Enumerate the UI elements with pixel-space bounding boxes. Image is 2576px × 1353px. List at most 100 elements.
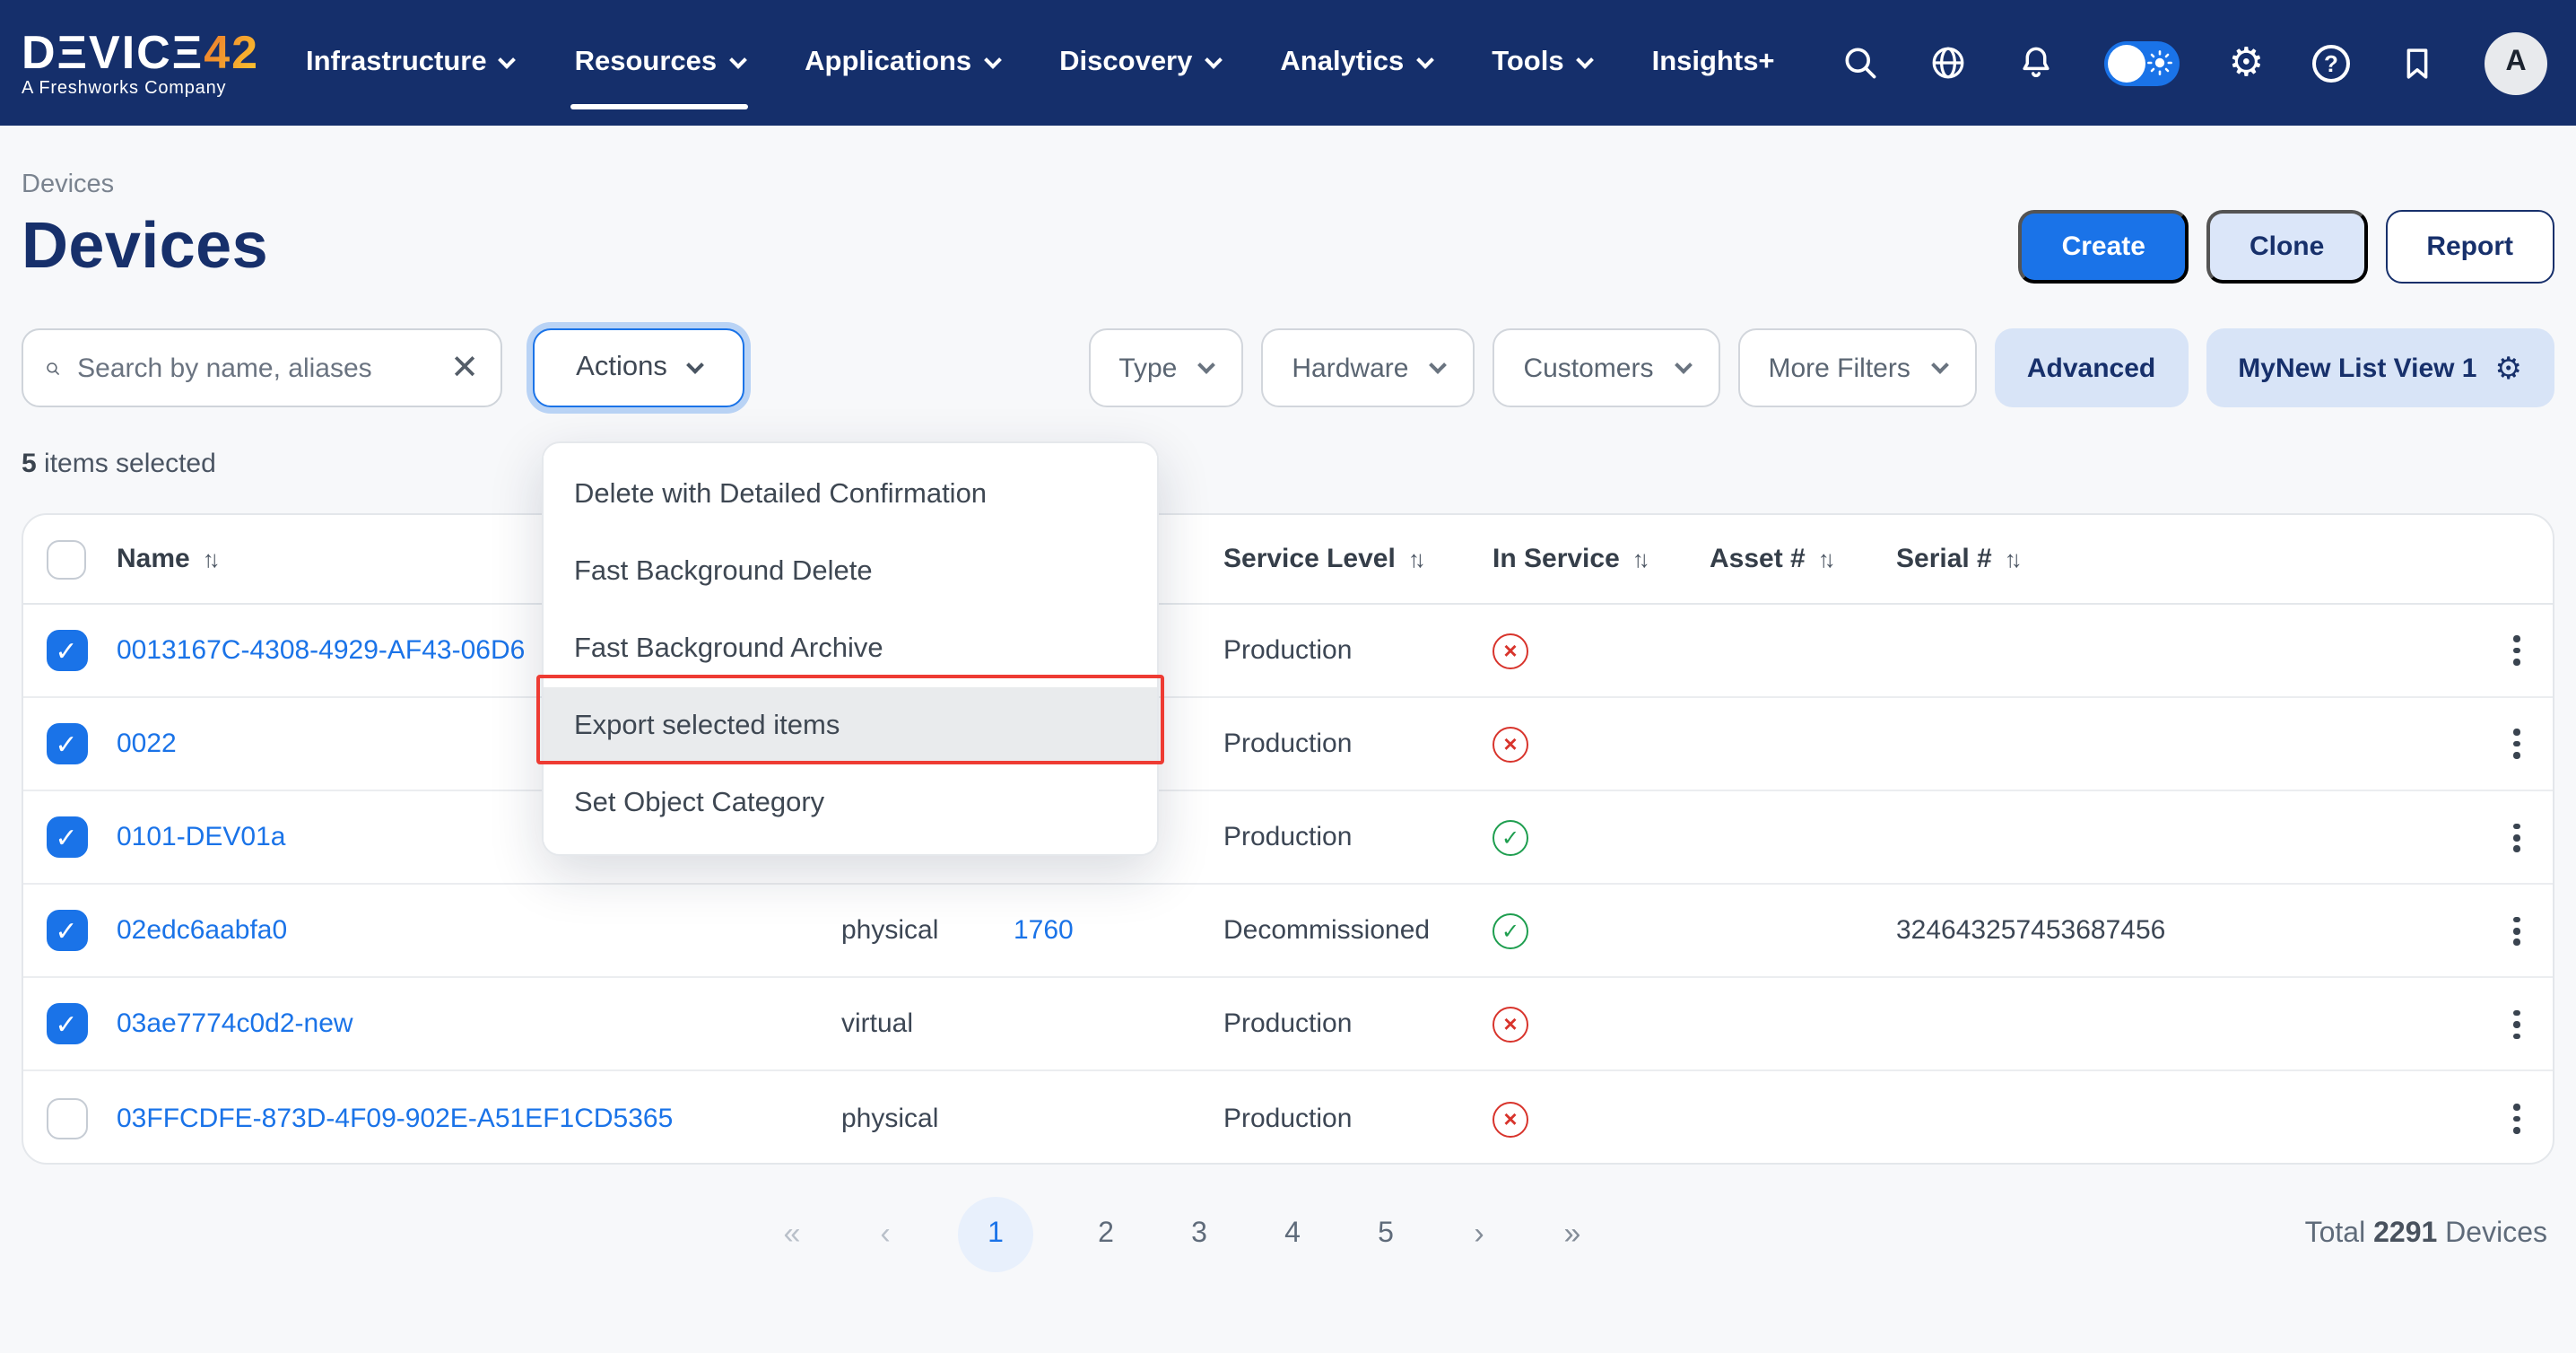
nav-item-discovery[interactable]: Discovery (1059, 0, 1219, 126)
row-checkbox[interactable]: ✓ (46, 911, 87, 952)
device-name-link[interactable]: 0013167C-4308-4929-AF43-06D6 (117, 635, 525, 666)
in-service-x-icon: × (1493, 633, 1528, 668)
select-all-checkbox[interactable] (47, 539, 86, 579)
table-row: ✓0013167C-4308-4929-AF43-06D6Production× (23, 605, 2553, 698)
logo-wordmark: DΞVICΞ (22, 24, 204, 78)
nav-item-label: Tools (1492, 47, 1563, 79)
sun-icon (2148, 50, 2173, 75)
row-menu-kebab-icon[interactable] (2488, 722, 2546, 766)
filter-dropdown-type[interactable]: Type (1088, 328, 1243, 407)
row-menu-kebab-icon[interactable] (2488, 909, 2546, 953)
theme-toggle[interactable] (2105, 40, 2180, 85)
pagination-next-icon[interactable]: › (1458, 1217, 1500, 1253)
chevron-down-icon (1430, 356, 1448, 374)
filter-dropdown-more-filters[interactable]: More Filters (1738, 328, 1977, 407)
search-box[interactable]: ✕ (22, 328, 502, 407)
row-checkbox[interactable] (46, 1098, 87, 1139)
pagination-page-1: 1 (958, 1197, 1033, 1272)
row-checkbox[interactable]: ✓ (46, 816, 87, 858)
pagination-page-5[interactable]: 5 (1365, 1218, 1406, 1251)
user-avatar[interactable]: A (2485, 31, 2547, 94)
column-header-service-level[interactable]: Service Level↑↓ (1216, 544, 1485, 574)
device-name-link[interactable]: 0101-DEV01a (117, 822, 285, 852)
primary-nav: Infrastructure Resources Applications Disco… (306, 0, 1775, 126)
nav-item-label: Discovery (1059, 47, 1192, 79)
selection-count: 5 (22, 449, 37, 479)
related-count-link[interactable]: 1760 (1014, 916, 1074, 947)
clone-button[interactable]: Clone (2206, 209, 2367, 283)
saved-view-label: MyNew List View 1 (2238, 353, 2476, 383)
clear-search-icon[interactable]: ✕ (450, 351, 479, 385)
chevron-down-icon (1576, 50, 1594, 68)
search-input[interactable] (77, 353, 434, 383)
row-checkbox[interactable]: ✓ (46, 630, 87, 671)
sort-icon: ↑↓ (2005, 546, 2017, 572)
device-name-link[interactable]: 02edc6aabfa0 (117, 916, 287, 947)
notifications-bell-icon[interactable] (2017, 43, 2057, 83)
row-menu-kebab-icon[interactable] (2488, 1097, 2546, 1141)
table-body: ✓0013167C-4308-4929-AF43-06D6Production×… (23, 605, 2553, 1165)
toolbar: ✕ Actions Type Hardware CustomersMore Filt… (22, 328, 2554, 407)
nav-item-infrastructure[interactable]: Infrastructure (306, 0, 514, 126)
selection-summary: 5 items selected (22, 449, 2554, 479)
table-row: ✓0022Production× (23, 698, 2553, 791)
menu-item-delete-with-detailed-confirmation[interactable]: Delete with Detailed Confirmation (544, 456, 1157, 533)
device-name-link[interactable]: 0022 (117, 729, 177, 759)
nav-utilities: ⚙ ? A (1841, 31, 2547, 94)
device42-logo[interactable]: DΞVICΞ42 A Freshworks Company (22, 28, 259, 98)
saved-view-button[interactable]: MyNew List View 1 ⚙ (2206, 328, 2554, 407)
column-header-asset[interactable]: Asset #↑↓ (1702, 544, 1889, 574)
chevron-down-icon (728, 50, 746, 68)
search-icon[interactable] (1841, 43, 1881, 83)
row-menu-kebab-icon[interactable] (2488, 629, 2546, 673)
pagination-page-3[interactable]: 3 (1179, 1218, 1220, 1251)
actions-dropdown-button[interactable]: Actions (533, 328, 744, 407)
table-row: ✓02edc6aabfa0physical1760Decommissioned✓… (23, 886, 2553, 979)
globe-icon[interactable] (1929, 43, 1969, 83)
nav-item-label: Insights+ (1652, 47, 1775, 79)
header-buttons: Create Clone Report (2019, 209, 2554, 283)
filter-dropdown-customers[interactable]: Customers (1493, 328, 1719, 407)
table-row: ✓03ae7774c0d2-newvirtualProduction× (23, 979, 2553, 1072)
row-checkbox[interactable]: ✓ (46, 1004, 87, 1045)
filter-group: Type Hardware CustomersMore Filters Advanc… (1088, 328, 2554, 407)
column-header-in-service[interactable]: In Service↑↓ (1485, 544, 1702, 574)
chevron-down-icon (1675, 356, 1693, 374)
help-icon[interactable]: ? (2312, 44, 2350, 82)
pagination-page-2[interactable]: 2 (1085, 1218, 1127, 1251)
bookmark-icon[interactable] (2398, 44, 2436, 82)
nav-item-resources[interactable]: Resources (575, 0, 744, 126)
menu-item-export-selected-items[interactable]: Export selected items (544, 687, 1157, 764)
menu-item-set-object-category[interactable]: Set Object Category (544, 764, 1157, 842)
row-menu-kebab-icon[interactable] (2488, 1002, 2546, 1046)
nav-item-tools[interactable]: Tools (1492, 0, 1590, 126)
filter-label: Type (1118, 353, 1177, 383)
column-header-serial[interactable]: Serial #↑↓ (1889, 544, 2481, 574)
device-name-link[interactable]: 03FFCDFE-873D-4F09-902E-A51EF1CD5365 (117, 1104, 673, 1134)
nav-item-label: Resources (575, 47, 718, 79)
settings-gear-icon[interactable]: ⚙ (2229, 39, 2264, 86)
pagination-page-4[interactable]: 4 (1272, 1218, 1313, 1251)
device-name-link[interactable]: 03ae7774c0d2-new (117, 1009, 353, 1040)
nav-item-insights[interactable]: Insights+ (1652, 0, 1775, 126)
report-button[interactable]: Report (2385, 209, 2554, 283)
filter-label: Hardware (1292, 353, 1408, 383)
menu-item-fast-background-delete[interactable]: Fast Background Delete (544, 533, 1157, 610)
devices-table: Name↑↓ Service Level↑↓ In Service↑↓ Asse… (22, 513, 2554, 1165)
top-nav: DΞVICΞ42 A Freshworks Company Infrastruc… (0, 0, 2576, 126)
serial-number-cell: 324643257453687456 (1889, 916, 2481, 947)
advanced-button[interactable]: Advanced (1995, 328, 2188, 407)
row-menu-kebab-icon[interactable] (2488, 816, 2546, 860)
chevron-down-icon (983, 50, 1001, 68)
row-checkbox[interactable]: ✓ (46, 723, 87, 764)
nav-item-applications[interactable]: Applications (805, 0, 998, 126)
in-service-check-icon: ✓ (1493, 819, 1528, 855)
menu-item-fast-background-archive[interactable]: Fast Background Archive (544, 610, 1157, 687)
create-button[interactable]: Create (2019, 209, 2189, 283)
filter-dropdown-hardware[interactable]: Hardware (1261, 328, 1475, 407)
device-type-cell: physical (834, 916, 1006, 947)
nav-item-analytics[interactable]: Analytics (1280, 0, 1431, 126)
pagination-last-icon[interactable]: » (1552, 1217, 1593, 1253)
breadcrumb[interactable]: Devices (22, 170, 114, 199)
view-settings-gear-icon[interactable]: ⚙ (2495, 353, 2523, 383)
